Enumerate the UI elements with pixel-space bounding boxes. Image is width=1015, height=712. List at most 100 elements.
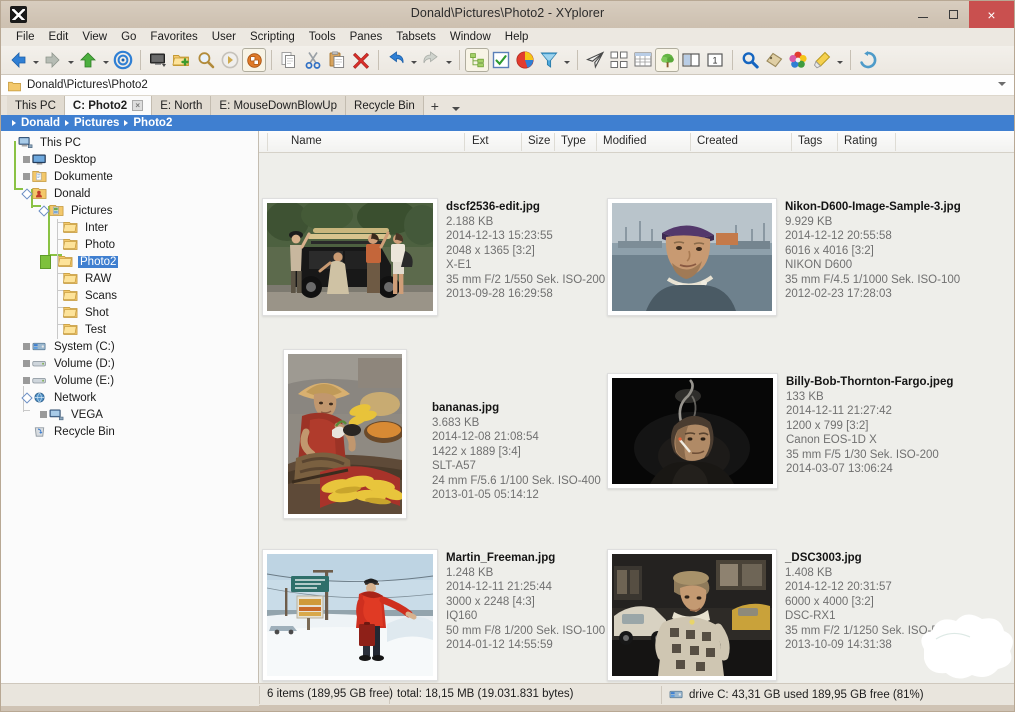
menu-item-file[interactable]: File bbox=[9, 30, 42, 44]
address-value[interactable]: Donald\Pictures\Photo2 bbox=[27, 79, 148, 91]
highlighter-dropdown-arrow[interactable] bbox=[834, 48, 845, 72]
tree-item-dokumente[interactable]: Dokumente bbox=[1, 168, 258, 185]
column-divider[interactable] bbox=[837, 133, 838, 151]
menu-item-panes[interactable]: Panes bbox=[343, 30, 390, 44]
close-button[interactable]: × bbox=[969, 1, 1014, 28]
close-icon[interactable]: × bbox=[132, 100, 143, 111]
checkbox-select-icon[interactable] bbox=[489, 48, 513, 72]
find-next-icon[interactable] bbox=[218, 48, 242, 72]
undo-dropdown-arrow[interactable] bbox=[408, 48, 419, 72]
tag-icon[interactable] bbox=[762, 48, 786, 72]
desktop-icon[interactable] bbox=[146, 48, 170, 72]
column-header-name[interactable]: Name bbox=[291, 135, 322, 147]
file-name[interactable]: Martin_Freeman.jpg bbox=[446, 551, 605, 566]
column-divider[interactable] bbox=[554, 133, 555, 151]
tree-item-test[interactable]: Test bbox=[1, 321, 258, 338]
tab-overflow-icon[interactable] bbox=[446, 98, 466, 115]
minimize-button[interactable] bbox=[907, 1, 938, 28]
menu-item-favorites[interactable]: Favorites bbox=[143, 30, 204, 44]
file-list-pane[interactable]: Name Ext Size Type Modified Created Tags… bbox=[259, 131, 1014, 683]
branch-view-icon[interactable] bbox=[655, 48, 679, 72]
cut-icon[interactable] bbox=[301, 48, 325, 72]
copy-icon[interactable] bbox=[277, 48, 301, 72]
column-header-size[interactable]: Size bbox=[528, 135, 550, 147]
file-item[interactable]: Billy-Bob-Thornton-Fargo.jpeg 133 KB 201… bbox=[607, 373, 953, 489]
tree-item-pictures[interactable]: Pictures bbox=[1, 202, 258, 219]
thumbnails-icon[interactable] bbox=[607, 48, 631, 72]
tree-expander[interactable] bbox=[21, 151, 32, 168]
column-divider[interactable] bbox=[521, 133, 522, 151]
tree-item-this-pc[interactable]: This PC bbox=[1, 134, 258, 151]
tree-item-scans[interactable]: Scans bbox=[1, 287, 258, 304]
refresh-icon[interactable] bbox=[856, 48, 880, 72]
menu-item-user[interactable]: User bbox=[205, 30, 243, 44]
tree-item-recycle-bin[interactable]: Recycle Bin bbox=[1, 423, 258, 440]
maximize-button[interactable] bbox=[938, 1, 969, 28]
breadcrumb-item-pictures[interactable]: Pictures bbox=[74, 117, 119, 129]
column-divider[interactable] bbox=[267, 133, 268, 151]
file-name[interactable]: Nikon-D600-Image-Sample-3.jpg bbox=[785, 200, 961, 215]
menu-item-scripting[interactable]: Scripting bbox=[243, 30, 302, 44]
paste-icon[interactable] bbox=[325, 48, 349, 72]
column-divider[interactable] bbox=[596, 133, 597, 151]
tree-expander[interactable] bbox=[21, 168, 32, 185]
tab-e-mousedownblowup[interactable]: E: MouseDownBlowUp bbox=[211, 96, 346, 115]
file-name[interactable]: Billy-Bob-Thornton-Fargo.jpeg bbox=[786, 375, 953, 390]
column-divider[interactable] bbox=[895, 133, 896, 151]
tree-expander[interactable] bbox=[21, 372, 32, 389]
menu-item-tabsets[interactable]: Tabsets bbox=[389, 30, 443, 44]
add-tab-button[interactable]: + bbox=[424, 98, 446, 115]
file-item[interactable]: bananas.jpg 3.683 KB 2014-12-08 21:08:54… bbox=[283, 349, 601, 519]
disk-usage-icon[interactable] bbox=[513, 48, 537, 72]
menu-item-window[interactable]: Window bbox=[443, 30, 498, 44]
tree-expander[interactable] bbox=[21, 355, 32, 372]
column-header-modified[interactable]: Modified bbox=[603, 135, 646, 147]
tree-expander[interactable] bbox=[40, 253, 51, 270]
tab-this-pc[interactable]: This PC bbox=[7, 96, 65, 115]
filter-dropdown-arrow[interactable] bbox=[561, 48, 572, 72]
tree-item-volume-d[interactable]: Volume (D:) bbox=[1, 355, 258, 372]
column-header-tags[interactable]: Tags bbox=[798, 135, 822, 147]
chevron-down-icon[interactable] bbox=[998, 82, 1006, 86]
folder-tree-pane[interactable]: This PC Desktop bbox=[1, 131, 259, 683]
tree-item-photo[interactable]: Photo bbox=[1, 236, 258, 253]
thumbnail-frame[interactable] bbox=[607, 549, 777, 681]
tree-item-inter[interactable]: Inter bbox=[1, 219, 258, 236]
tree-expander[interactable] bbox=[21, 389, 32, 406]
column-header-type[interactable]: Type bbox=[561, 135, 586, 147]
tree-item-donald[interactable]: Donald bbox=[1, 185, 258, 202]
thumbnail-frame[interactable] bbox=[262, 549, 438, 681]
dual-pane-icon[interactable] bbox=[679, 48, 703, 72]
thumbnail-frame[interactable] bbox=[283, 349, 407, 519]
tree-item-volume-e[interactable]: Volume (E:) bbox=[1, 372, 258, 389]
column-header-rating[interactable]: Rating bbox=[844, 135, 877, 147]
column-divider[interactable] bbox=[791, 133, 792, 151]
up-dropdown-arrow[interactable] bbox=[100, 48, 111, 72]
tree-item-system-c[interactable]: System (C:) bbox=[1, 338, 258, 355]
menu-item-view[interactable]: View bbox=[75, 30, 114, 44]
file-item[interactable]: dscf2536-edit.jpg 2.188 KB 2014-12-13 15… bbox=[262, 198, 605, 316]
tab-c-photo2[interactable]: C: Photo2 × bbox=[65, 96, 152, 115]
find-files-icon[interactable] bbox=[194, 48, 218, 72]
filter-icon[interactable] bbox=[537, 48, 561, 72]
menu-item-help[interactable]: Help bbox=[498, 30, 536, 44]
column-divider[interactable] bbox=[690, 133, 691, 151]
tree-expander[interactable] bbox=[38, 202, 49, 219]
redo-icon[interactable] bbox=[419, 48, 443, 72]
tree-item-vega[interactable]: VEGA bbox=[1, 406, 258, 423]
thumbnail-frame[interactable] bbox=[607, 373, 778, 489]
menu-item-go[interactable]: Go bbox=[114, 30, 143, 44]
breadcrumb-item-photo2[interactable]: Photo2 bbox=[133, 117, 172, 129]
details-icon[interactable] bbox=[631, 48, 655, 72]
highlighter-icon[interactable] bbox=[810, 48, 834, 72]
color-filter-icon[interactable] bbox=[786, 48, 810, 72]
tree-item-desktop[interactable]: Desktop bbox=[1, 151, 258, 168]
search-icon[interactable] bbox=[738, 48, 762, 72]
new-folder-icon[interactable] bbox=[170, 48, 194, 72]
file-name[interactable]: dscf2536-edit.jpg bbox=[446, 200, 605, 215]
forward-icon[interactable] bbox=[41, 48, 65, 72]
tree-expander[interactable] bbox=[7, 134, 18, 151]
thumbnail-frame[interactable] bbox=[607, 198, 777, 316]
tree-item-network[interactable]: Network bbox=[1, 389, 258, 406]
tree-item-photo2[interactable]: Photo2 bbox=[1, 253, 258, 270]
